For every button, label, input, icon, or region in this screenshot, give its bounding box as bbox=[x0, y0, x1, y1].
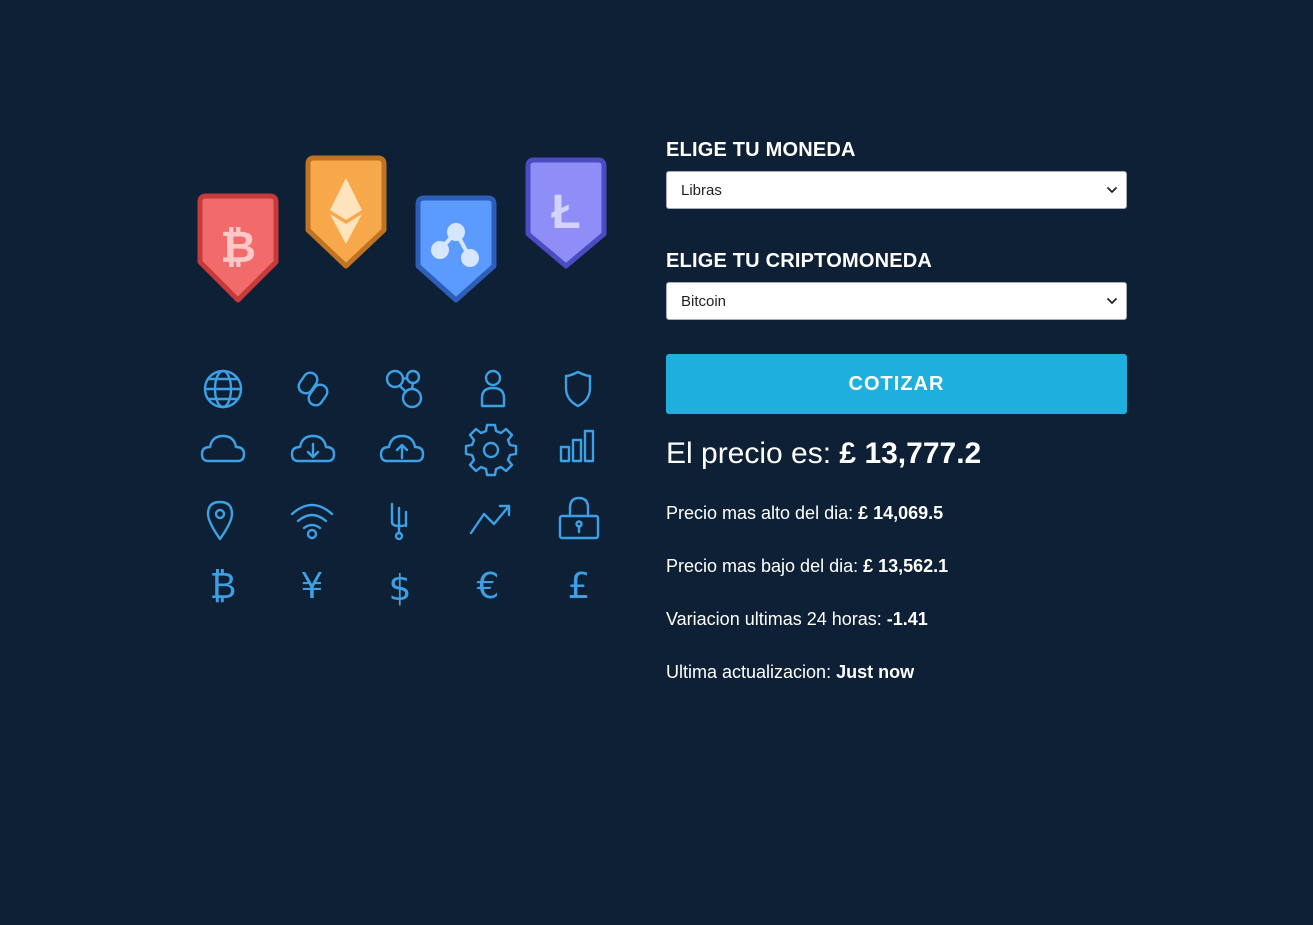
usb-icon bbox=[390, 502, 408, 541]
currency-select[interactable]: Libras bbox=[667, 172, 1126, 208]
crypto-label: ELIGE TU CRIPTOMONEDA bbox=[666, 250, 933, 272]
quote-form: ELIGE TU MONEDA Libras ELIGE TU CRIPTOMO… bbox=[666, 138, 1127, 714]
crypto-illustration: ₿ Ł ₿ ¥ $ € £ bbox=[190, 150, 620, 620]
network-icon bbox=[385, 369, 423, 409]
svg-text:Ł: Ł bbox=[551, 186, 580, 239]
low-price-prefix: Precio mas bajo del dia: bbox=[666, 556, 864, 576]
change-value: -1.41 bbox=[886, 609, 928, 629]
cotizar-button[interactable]: COTIZAR bbox=[666, 354, 1127, 414]
shield-icon bbox=[564, 370, 592, 408]
bar-chart-icon bbox=[559, 429, 595, 463]
currency-select-wrapper: Libras bbox=[666, 171, 1127, 209]
low-price-value: £ 13,562.1 bbox=[863, 556, 949, 576]
wifi-icon bbox=[290, 503, 334, 540]
illustration-svg: ₿ Ł ₿ ¥ $ € £ bbox=[197, 155, 607, 609]
updated-prefix: Ultima actualizacion: bbox=[666, 662, 837, 682]
bitcoin-symbol-icon: ₿ bbox=[210, 566, 237, 607]
crypto-select[interactable]: Bitcoin bbox=[667, 283, 1126, 319]
price-value: £ 13,777.2 bbox=[839, 437, 982, 470]
bitcoin-shield-icon: ₿ bbox=[197, 193, 279, 303]
price-prefix: El precio es: bbox=[666, 437, 840, 470]
updated-line: Ultima actualizacion: Just now bbox=[666, 661, 1127, 683]
lock-icon bbox=[558, 496, 600, 540]
user-icon bbox=[480, 369, 506, 408]
change-line: Variacion ultimas 24 horas: -1.41 bbox=[666, 608, 1127, 630]
high-price-value: £ 14,069.5 bbox=[858, 503, 944, 523]
ripple-shield-icon bbox=[415, 195, 497, 303]
currency-label: ELIGE TU MONEDA bbox=[666, 139, 856, 161]
trend-up-icon bbox=[469, 504, 511, 535]
litecoin-shield-icon: Ł bbox=[525, 157, 607, 269]
dollar-icon: $ bbox=[389, 568, 412, 609]
low-price-line: Precio mas bajo del dia: £ 13,562.1 bbox=[666, 555, 1127, 577]
location-pin-icon bbox=[206, 500, 234, 541]
euro-icon: € bbox=[477, 566, 500, 607]
globe-icon bbox=[203, 369, 243, 409]
link-icon bbox=[297, 371, 329, 407]
cloud-upload-icon bbox=[379, 434, 425, 463]
cloud-icon bbox=[200, 434, 246, 463]
gear-icon bbox=[464, 423, 518, 477]
high-price-line: Precio mas alto del dia: £ 14,069.5 bbox=[666, 502, 1127, 524]
result-panel: El precio es: £ 13,777.2 Precio mas alto… bbox=[666, 436, 1127, 683]
yen-icon: ¥ bbox=[301, 566, 324, 607]
updated-value: Just now bbox=[836, 662, 915, 682]
high-price-prefix: Precio mas alto del dia: bbox=[666, 503, 859, 523]
change-prefix: Variacion ultimas 24 horas: bbox=[666, 609, 887, 629]
cloud-download-icon bbox=[290, 434, 336, 463]
page: ₿ Ł ₿ ¥ $ € £ ELIGE TU MONEDA Libras ELI… bbox=[0, 0, 1313, 925]
price-line: El precio es: £ 13,777.2 bbox=[666, 436, 1127, 472]
svg-text:₿: ₿ bbox=[220, 223, 256, 272]
pound-icon: £ bbox=[568, 566, 591, 607]
ethereum-shield-icon bbox=[305, 155, 387, 269]
crypto-select-wrapper: Bitcoin bbox=[666, 282, 1127, 320]
